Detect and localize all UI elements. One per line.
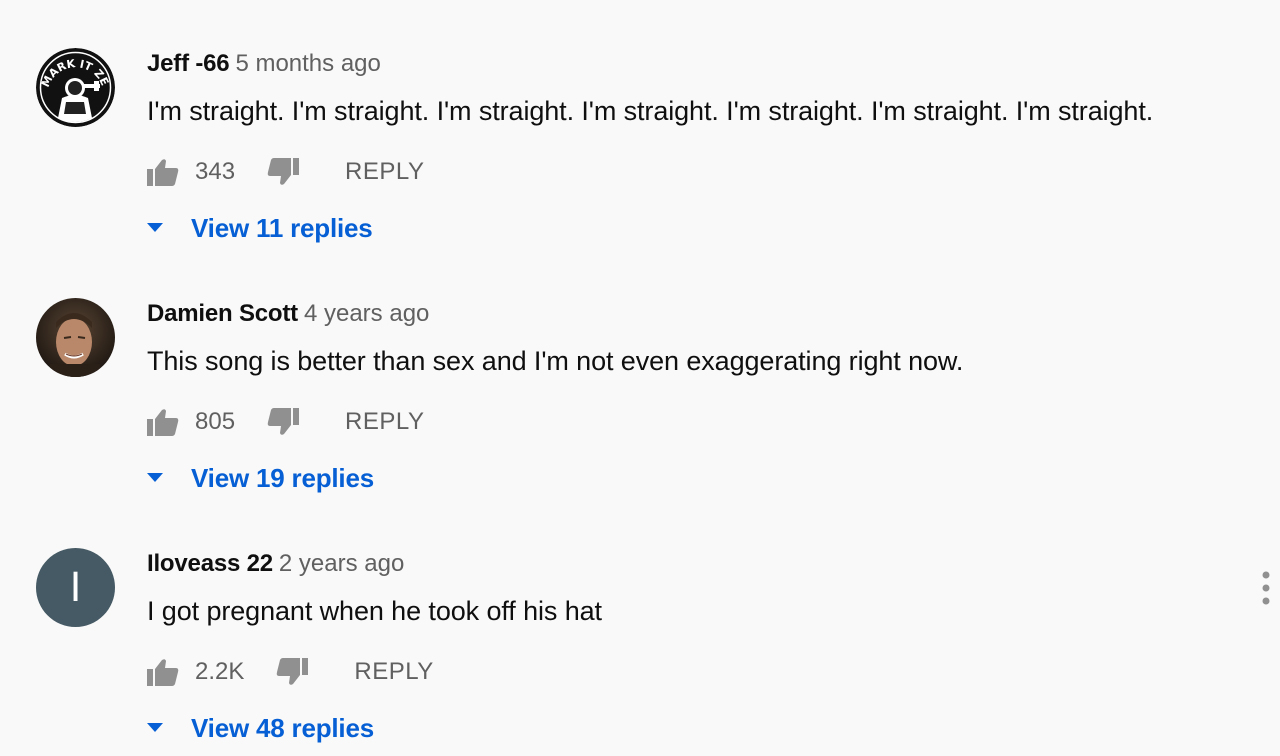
author-name[interactable]: Jeff -66 (147, 50, 230, 77)
thumb-up-icon (147, 159, 179, 186)
dislike-button[interactable] (267, 406, 300, 438)
like-button[interactable] (147, 656, 179, 688)
comment-timestamp[interactable]: 5 months ago (235, 50, 380, 77)
view-replies-button[interactable]: View 19 replies (140, 458, 374, 498)
author-name[interactable]: Iloveass 22 (147, 550, 273, 577)
comment-timestamp[interactable]: 2 years ago (279, 550, 404, 577)
like-button[interactable] (147, 156, 179, 188)
comment-header: Jeff -66 5 months ago (147, 48, 381, 80)
like-button[interactable] (147, 406, 179, 438)
comment-header: Iloveass 22 2 years ago (147, 548, 404, 580)
comment-actions: 2.2K REPLY (147, 652, 434, 692)
comment-timestamp[interactable]: 4 years ago (304, 300, 429, 327)
reply-button[interactable]: REPLY (354, 658, 433, 686)
dislike-button[interactable] (276, 656, 309, 688)
comment-text: This song is better than sex and I'm not… (147, 346, 964, 376)
more-actions-button[interactable] (1258, 570, 1274, 606)
view-replies-label: View 19 replies (191, 462, 374, 493)
dislike-button[interactable] (267, 156, 300, 188)
reply-button[interactable]: REPLY (345, 408, 424, 436)
caret-down-icon (140, 213, 170, 243)
view-replies-button[interactable]: View 48 replies (140, 708, 374, 748)
author-name[interactable]: Damien Scott (147, 300, 298, 327)
avatar[interactable]: I (36, 548, 115, 627)
comment-text: I'm straight. I'm straight. I'm straight… (147, 96, 1154, 126)
thumb-up-icon (147, 659, 179, 686)
like-count: 805 (195, 408, 236, 435)
avatar[interactable]: MARK IT ZERO (36, 48, 115, 127)
view-replies-button[interactable]: View 11 replies (140, 208, 373, 248)
like-count: 343 (195, 158, 236, 185)
reply-button[interactable]: REPLY (345, 158, 424, 186)
view-replies-label: View 48 replies (191, 712, 374, 743)
comment-thread: Damien Scott 4 years ago This song is bet… (0, 250, 1280, 500)
comment-text: I got pregnant when he took off his hat (147, 596, 602, 626)
avatar-letter: I (69, 564, 82, 611)
comment-header: Damien Scott 4 years ago (147, 298, 429, 330)
caret-down-icon (140, 463, 170, 493)
comment-thread: I Iloveass 22 2 years ago I got pregnant … (0, 500, 1280, 750)
caret-down-icon (140, 713, 170, 743)
thumb-down-icon (267, 158, 300, 185)
comment-thread: MARK IT ZERO Jeff -665 months ago I'm st… (0, 0, 1280, 250)
more-vert-icon (1262, 571, 1270, 605)
like-count: 2.2K (195, 658, 245, 685)
thumb-down-icon (267, 408, 300, 435)
avatar[interactable] (36, 298, 115, 377)
view-replies-label: View 11 replies (191, 212, 373, 243)
thumb-up-icon (147, 409, 179, 436)
comment-actions: 343 REPLY (147, 152, 424, 192)
comment-actions: 805 REPLY (147, 402, 424, 442)
thumb-down-icon (277, 658, 309, 685)
